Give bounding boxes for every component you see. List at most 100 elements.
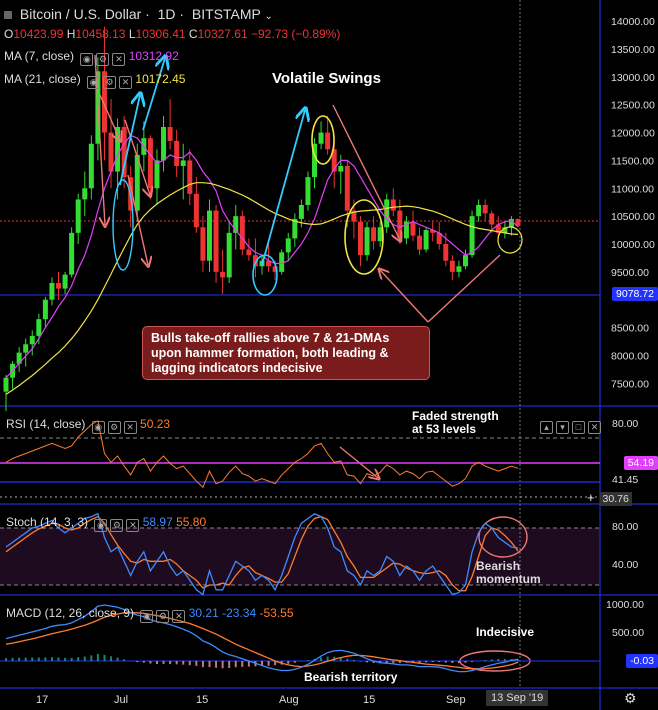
candle-body [239, 216, 245, 250]
candle-body [62, 274, 68, 289]
close-icon[interactable]: ✕ [119, 76, 133, 89]
price-tick-label: 10500.00 [611, 211, 655, 223]
candle-body [344, 166, 350, 211]
close-value: 10327.61 [197, 27, 248, 41]
change-value: −92.73 (−0.89%) [251, 27, 341, 41]
candle-body [476, 205, 482, 217]
rsi-upper-tag: 54.19 [623, 456, 658, 470]
ma21-legend[interactable]: MA (21, close) ◉ ⚙ ✕ 10172.45 [4, 72, 185, 89]
stoch-label: Stoch (14, 3, 3) [6, 515, 89, 529]
candle-body [410, 221, 416, 236]
chevron-down-icon[interactable]: ▾ [556, 421, 569, 434]
settings-icon[interactable]: ⚙ [156, 610, 170, 623]
close-icon[interactable]: ✕ [172, 610, 186, 623]
collapse-icon[interactable] [4, 11, 12, 19]
candle-body [220, 271, 226, 278]
macd-signal-value: -23.34 [222, 606, 257, 620]
stoch-axis-40: 40.00 [612, 559, 639, 571]
candle-body [147, 138, 153, 189]
macd-value: 30.21 [188, 606, 219, 620]
plus-icon[interactable]: + [587, 490, 595, 505]
price-tick-label: 12000.00 [611, 128, 655, 140]
macd-axis-1000: 1000.00 [606, 599, 644, 611]
stoch-legend[interactable]: Stoch (14, 3, 3) ◉ ⚙ ✕ 58.97 55.80 [6, 515, 206, 532]
chevron-up-icon[interactable]: ▴ [540, 421, 553, 434]
candle-body [23, 344, 29, 353]
open-value: 10423.99 [13, 27, 64, 41]
candle-body [69, 232, 75, 275]
candle-body [213, 210, 219, 272]
candle-body [364, 227, 370, 256]
time-label-aug: Aug [279, 694, 299, 706]
chevron-down-icon[interactable]: ⌄ [264, 11, 272, 22]
settings-icon[interactable]: ⚙ [103, 76, 117, 89]
candle-body [174, 140, 180, 166]
eye-icon[interactable]: ◉ [91, 421, 105, 434]
candle-body [285, 238, 291, 253]
analysis-callout: Bulls take-off rallies above 7 & 21-DMAs… [142, 326, 430, 380]
close-icon[interactable]: ✕ [588, 421, 601, 434]
candle-body [206, 210, 212, 261]
eye-icon[interactable]: ◉ [87, 76, 101, 89]
candle-body [482, 205, 488, 214]
close-icon[interactable]: ✕ [123, 421, 137, 434]
price-tick-label: 11500.00 [611, 155, 654, 167]
eye-icon[interactable]: ◉ [140, 610, 154, 623]
candle-body [417, 235, 423, 250]
rsi-legend[interactable]: RSI (14, close) ◉ ⚙ ✕ 50.23 [6, 417, 170, 434]
eye-icon[interactable]: ◉ [94, 519, 108, 532]
bearish-territory-label: Bearish territory [304, 670, 398, 684]
macd-hist-value: -53.55 [259, 606, 294, 620]
rsi-value: 50.23 [140, 417, 171, 431]
candle-body [161, 127, 167, 161]
macd-tag: -0.03 [626, 654, 658, 668]
cursor-date-tag: 13 Sep '19 [486, 690, 549, 706]
candle-body [298, 205, 304, 219]
candle-body [75, 199, 81, 233]
candle-body [42, 299, 48, 320]
time-label-sep: Sep [446, 694, 466, 706]
candle-body [29, 335, 35, 345]
close-icon[interactable]: ✕ [126, 519, 140, 532]
eye-icon[interactable]: ◉ [80, 53, 94, 66]
candle-body [357, 221, 363, 256]
rsi-min-row: + 30.76 [587, 490, 632, 506]
ma7-legend[interactable]: MA (7, close) ◉ ⚙ ✕ 10312.92 [4, 49, 179, 66]
close-icon[interactable]: ✕ [112, 53, 126, 66]
candle-body [246, 249, 252, 256]
settings-icon[interactable]: ⚙ [107, 421, 121, 434]
indecisive-label: Indecisive [476, 625, 535, 639]
stoch-k-value: 58.97 [142, 515, 173, 529]
candle-body [338, 166, 344, 172]
candle-body [456, 266, 462, 272]
high-value: 10458.13 [75, 27, 126, 41]
candle-body [88, 143, 94, 189]
settings-icon[interactable]: ⚙ [110, 519, 124, 532]
gear-icon[interactable]: ⚙ [624, 690, 637, 707]
low-value: 10306.41 [135, 27, 186, 41]
candle-body [279, 252, 285, 272]
candle-body [193, 193, 199, 228]
volatile-swings-label: Volatile Swings [272, 70, 381, 87]
price-tick-label: 13000.00 [611, 72, 655, 84]
ma7-value: 10312.92 [128, 49, 179, 63]
macd-legend[interactable]: MACD (12, 26, close, 9) ◉ ⚙ ✕ 30.21 -23.34… [6, 606, 294, 623]
exchange-label: BITSTAMP [191, 6, 261, 22]
support-price-tag: 9078.72 [612, 287, 658, 301]
macd-label: MACD (12, 26, close, 9) [6, 606, 135, 620]
price-tick-label: 11000.00 [611, 183, 654, 195]
maximize-icon[interactable]: □ [572, 421, 585, 434]
price-tick-label: 8500.00 [611, 323, 649, 335]
settings-icon[interactable]: ⚙ [96, 53, 110, 66]
interval-label[interactable]: 1D [158, 6, 176, 22]
symbol-title[interactable]: Bitcoin / U.S. Dollar [20, 6, 141, 22]
price-tick-label: 14000.00 [611, 16, 655, 28]
candle-body [469, 216, 475, 256]
time-label-15: 15 [196, 694, 209, 706]
time-label-15b: 15 [363, 694, 376, 706]
price-tick-label: 10000.00 [611, 239, 655, 251]
faded-strength-label: Faded strength at 53 levels [412, 409, 499, 436]
candle-body [443, 244, 449, 261]
rsi-pane-controls[interactable]: ▴ ▾ □ ✕ [537, 417, 601, 434]
price-tick-label: 12500.00 [611, 100, 655, 112]
